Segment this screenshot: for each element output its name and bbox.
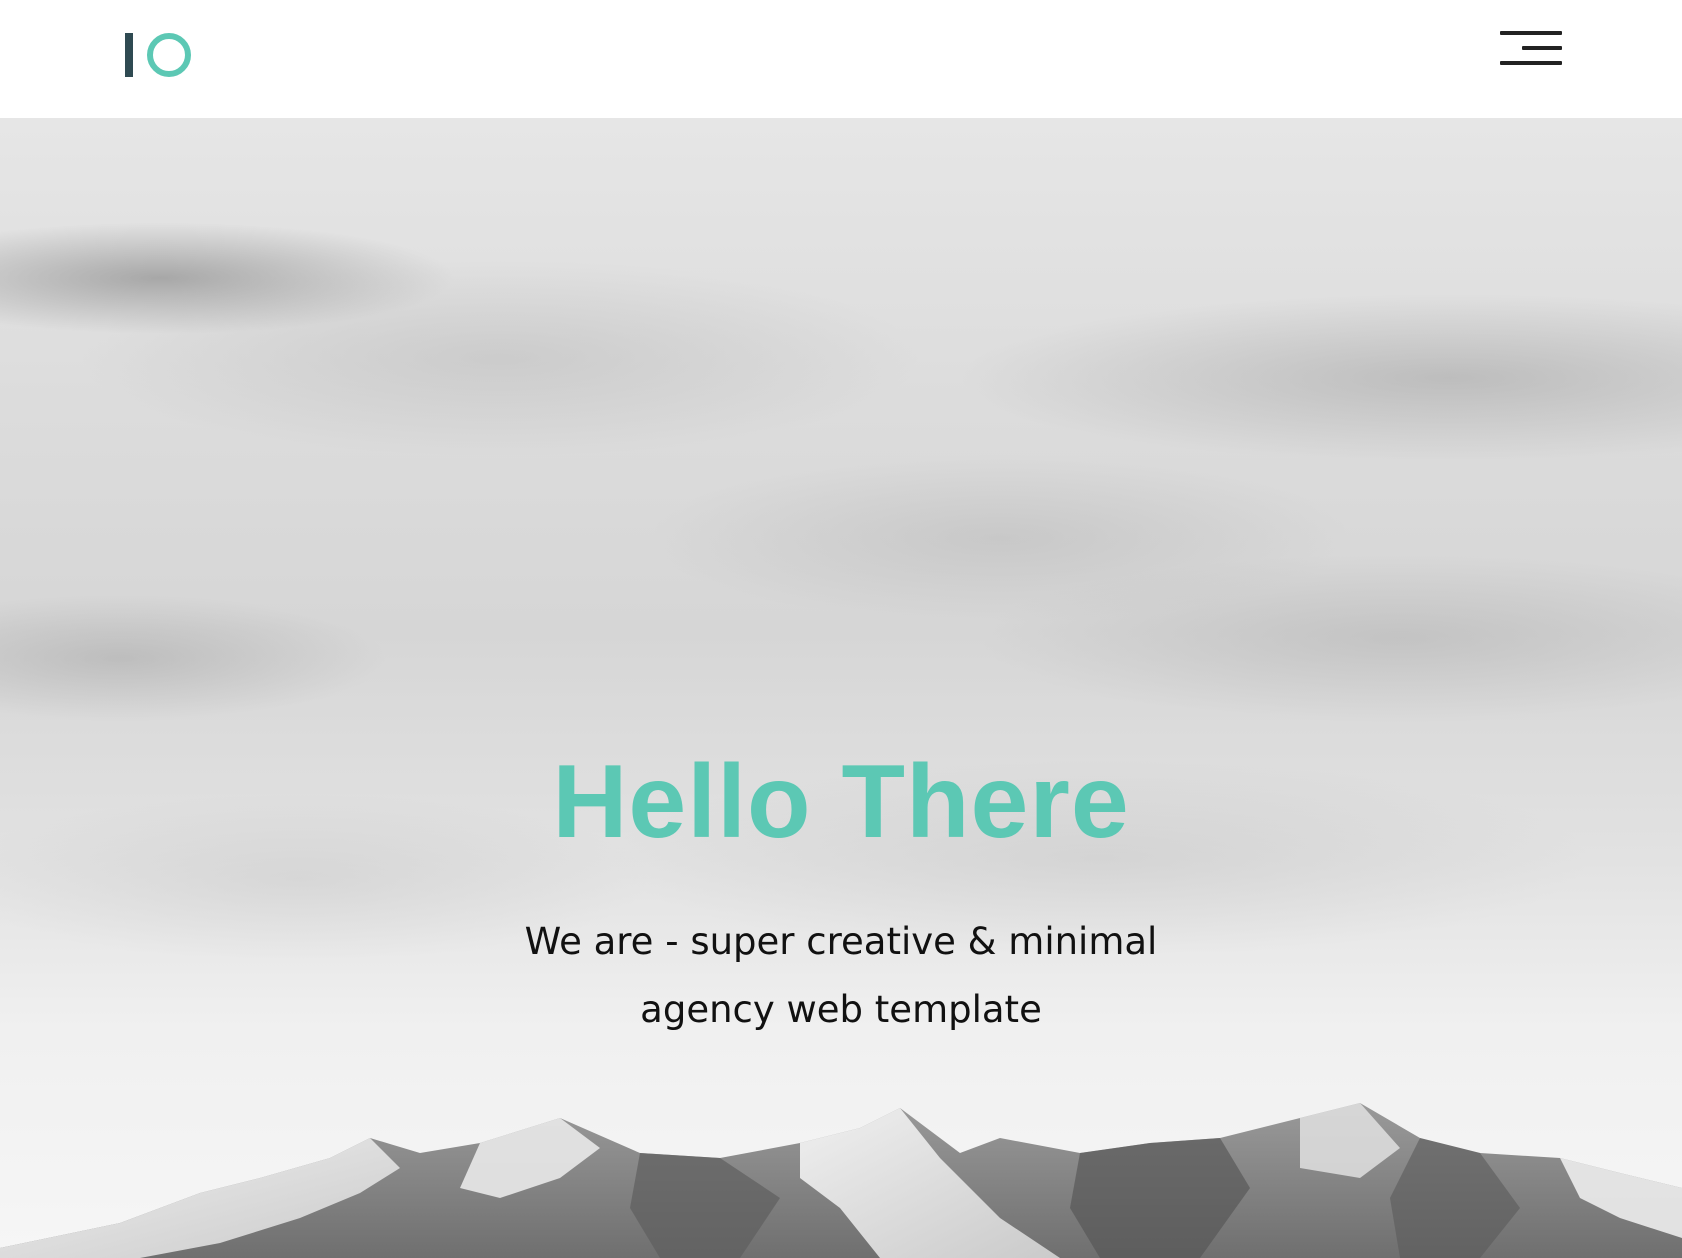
hero-title: Hello There (552, 744, 1130, 860)
mountains-image (0, 1103, 1682, 1258)
logo-bar-icon (125, 33, 133, 77)
menu-line-icon (1500, 61, 1562, 65)
site-header (0, 0, 1682, 118)
menu-line-icon (1500, 31, 1562, 35)
hero-subtitle: We are - super creative & minimal agency… (524, 920, 1158, 1031)
logo-ring-icon (147, 33, 191, 77)
hero-section: Hello There We are - super creative & mi… (0, 118, 1682, 1258)
menu-line-icon (1522, 46, 1562, 50)
hamburger-menu-button[interactable] (1498, 28, 1564, 68)
page: Hello There We are - super creative & mi… (0, 0, 1682, 1258)
logo-link[interactable] (125, 32, 195, 78)
